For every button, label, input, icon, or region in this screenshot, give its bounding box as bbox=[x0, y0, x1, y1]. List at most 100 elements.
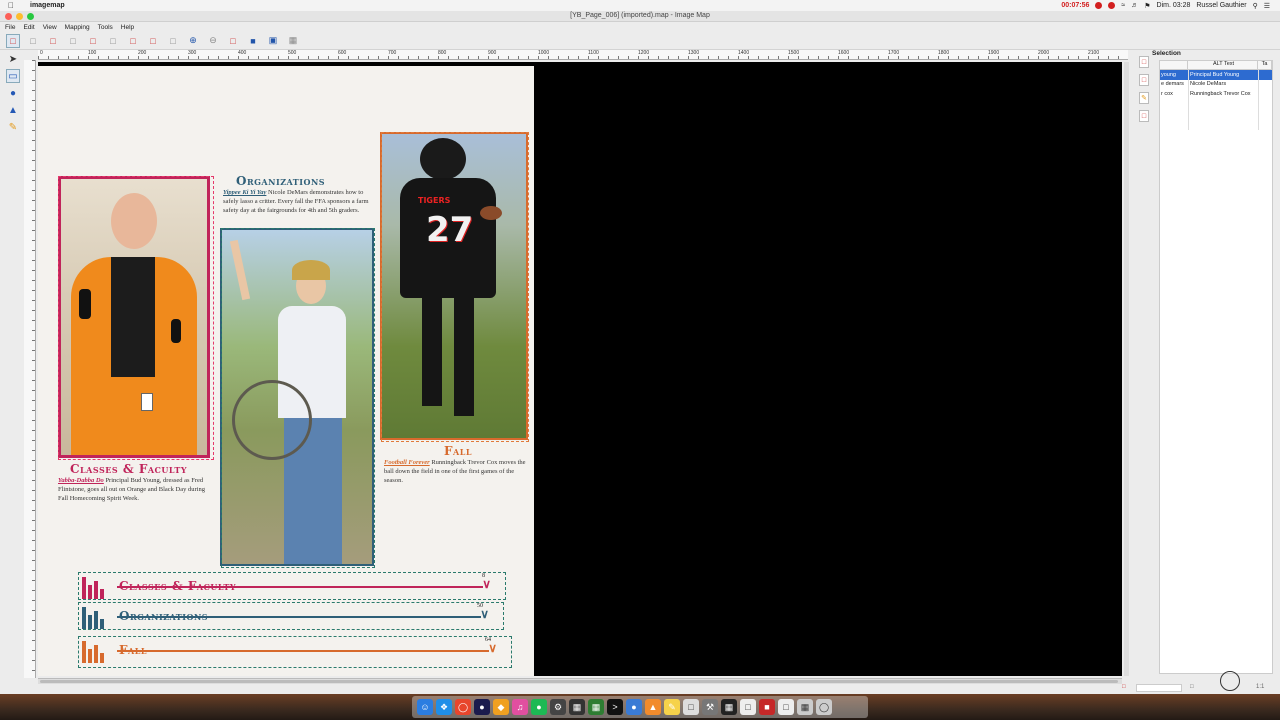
file-icon[interactable]: □ bbox=[778, 699, 794, 715]
settings-icon[interactable]: ⚙ bbox=[550, 699, 566, 715]
image-canvas[interactable]: Classes & Faculty Yabba-Dabba Do Princip… bbox=[38, 62, 1122, 676]
zoom-level: 1:1 bbox=[1256, 684, 1265, 690]
record-icon[interactable] bbox=[1108, 2, 1116, 9]
menu-tools[interactable]: Tools bbox=[98, 24, 113, 31]
new-file-icon[interactable]: □ bbox=[6, 33, 20, 48]
zoom-out-icon[interactable]: ⊖ bbox=[206, 34, 220, 48]
scroll-thumb[interactable] bbox=[40, 680, 1118, 683]
copy-icon[interactable]: □ bbox=[146, 34, 160, 48]
undo-icon[interactable]: □ bbox=[86, 34, 100, 48]
wifi-icon[interactable]: ≈ bbox=[1121, 2, 1125, 9]
row-url: e demars bbox=[1161, 81, 1184, 88]
document-icon[interactable]: □ bbox=[683, 699, 699, 715]
file-icon[interactable]: □ bbox=[740, 699, 756, 715]
vlc-icon[interactable]: ▲ bbox=[645, 699, 661, 715]
column-divider bbox=[1188, 70, 1189, 130]
redo-icon[interactable]: □ bbox=[106, 34, 120, 48]
ruler-tick: 1400 bbox=[738, 50, 750, 56]
open-file-icon[interactable]: □ bbox=[26, 34, 40, 48]
ruler-tick: 700 bbox=[388, 50, 397, 56]
menu-file[interactable]: File bbox=[5, 24, 15, 31]
horizontal-scrollbar[interactable] bbox=[38, 678, 1122, 684]
lock-icon[interactable]: □ bbox=[1190, 684, 1194, 693]
classes-caption-lead: Yabba-Dabba Do bbox=[58, 477, 104, 484]
music-icon[interactable]: ♫ bbox=[512, 699, 528, 715]
edit-icon[interactable]: ✎ bbox=[1139, 92, 1149, 104]
rectangle-tool-icon[interactable]: ▭ bbox=[6, 69, 20, 83]
app-icon[interactable]: ● bbox=[474, 699, 490, 715]
notes-icon[interactable]: ✎ bbox=[664, 699, 680, 715]
table-row[interactable]: e demars Nicole DeMars bbox=[1160, 80, 1272, 90]
selection-tools: □ □ ✎ □ bbox=[1133, 52, 1155, 682]
ruler-tick: 1900 bbox=[988, 50, 1000, 56]
menu-edit[interactable]: Edit bbox=[23, 24, 34, 31]
archive-icon[interactable]: ▦ bbox=[797, 699, 813, 715]
safari-icon[interactable]: ❖ bbox=[436, 699, 452, 715]
circle-tool-icon[interactable]: ● bbox=[6, 86, 20, 100]
finder-icon[interactable]: ☺ bbox=[417, 699, 433, 715]
column-header-alt[interactable]: ALT Text bbox=[1188, 61, 1258, 69]
pdf-icon[interactable]: ■ bbox=[759, 699, 775, 715]
cut-icon[interactable]: □ bbox=[126, 34, 140, 48]
recording-timer[interactable]: 00:07:56 bbox=[1061, 2, 1089, 9]
ruler-tick: 2100 bbox=[1088, 50, 1100, 56]
spreadsheet-icon[interactable]: ▦ bbox=[588, 699, 604, 715]
volume-icon[interactable]: ♬ bbox=[1131, 2, 1138, 9]
edit-area-tool-icon[interactable]: ✎ bbox=[6, 120, 20, 134]
organizations-caption-lead: Yippee Ki Yi Yay bbox=[223, 189, 267, 196]
menu-mapping[interactable]: Mapping bbox=[65, 24, 90, 31]
user-name[interactable]: Russel Gauthier bbox=[1196, 2, 1246, 9]
status-warning-icon: □ bbox=[1122, 684, 1126, 690]
map-area-demars[interactable] bbox=[221, 228, 375, 568]
selection-table-header: ALT Text Ta bbox=[1160, 61, 1272, 70]
edit-map-info-icon[interactable]: □ bbox=[226, 34, 240, 48]
sketch-icon[interactable]: ◆ bbox=[493, 699, 509, 715]
map-area-cox[interactable] bbox=[381, 132, 529, 442]
paste-icon[interactable]: □ bbox=[166, 34, 180, 48]
map-area-principal[interactable] bbox=[58, 176, 214, 460]
table-row[interactable]: young Principal Bud Young bbox=[1160, 70, 1272, 80]
menu-icon[interactable]: ☰ bbox=[1264, 2, 1270, 10]
activity-icon[interactable]: ▦ bbox=[569, 699, 585, 715]
organizations-caption: Yippee Ki Yi Yay Nicole DeMars demonstra… bbox=[223, 188, 373, 215]
status-field[interactable] bbox=[1136, 684, 1182, 692]
tools-icon[interactable]: ⚒ bbox=[702, 699, 718, 715]
nav-classes[interactable]: Classes & Faculty 8 ∨ bbox=[78, 572, 506, 600]
clock[interactable]: Dim. 03:28 bbox=[1157, 2, 1191, 9]
trash-icon[interactable]: ◯ bbox=[816, 699, 832, 715]
column-header-url[interactable] bbox=[1160, 61, 1188, 69]
spotify-icon[interactable]: ● bbox=[531, 699, 547, 715]
move-down-icon[interactable]: □ bbox=[1139, 74, 1149, 86]
table-row[interactable]: r cox Runningback Trevor Cox bbox=[1160, 89, 1272, 99]
send-to-back-icon[interactable]: ▣ bbox=[266, 34, 280, 48]
flag-icon[interactable]: ⚑ bbox=[1144, 2, 1150, 10]
ruler-tick: 1000 bbox=[538, 50, 550, 56]
app-name[interactable]: imagemap bbox=[30, 2, 65, 9]
zoom-in-icon[interactable]: ⊕ bbox=[186, 34, 200, 48]
arrow-tool-icon[interactable]: ➤ bbox=[6, 52, 20, 66]
nav-organizations[interactable]: Organizations 50 ∨ bbox=[78, 602, 504, 630]
move-up-icon[interactable]: □ bbox=[1139, 56, 1149, 68]
terminal-icon[interactable]: > bbox=[607, 699, 623, 715]
menu-help[interactable]: Help bbox=[121, 24, 134, 31]
column-header-target[interactable]: Ta bbox=[1258, 61, 1272, 69]
menu-view[interactable]: View bbox=[43, 24, 57, 31]
save-icon[interactable]: □ bbox=[46, 34, 60, 48]
row-alt: Runningback Trevor Cox bbox=[1190, 90, 1251, 97]
vertical-scrollbar[interactable] bbox=[1124, 62, 1129, 676]
delete-icon[interactable]: □ bbox=[1139, 110, 1149, 122]
polygon-tool-icon[interactable]: ▲ bbox=[6, 103, 20, 117]
apple-icon[interactable]:  bbox=[8, 1, 18, 10]
chrome-icon[interactable]: ◯ bbox=[455, 699, 471, 715]
selection-table: ALT Text Ta young Principal Bud Young e … bbox=[1159, 60, 1273, 674]
ruler-tick: 200 bbox=[138, 50, 147, 56]
imagemap-icon[interactable]: ▦ bbox=[721, 699, 737, 715]
move-to-front-icon[interactable]: ■ bbox=[246, 34, 260, 48]
spotlight-icon[interactable]: ⚲ bbox=[1253, 2, 1258, 10]
chat-icon[interactable]: ● bbox=[626, 699, 642, 715]
classes-heading: Classes & Faculty bbox=[70, 462, 188, 476]
preferences-icon[interactable]: □ bbox=[66, 34, 80, 48]
stop-recording-icon[interactable] bbox=[1095, 2, 1103, 9]
grid-icon[interactable]: ▦ bbox=[286, 34, 300, 48]
nav-fall[interactable]: Fall 64 ∨ bbox=[78, 636, 512, 668]
